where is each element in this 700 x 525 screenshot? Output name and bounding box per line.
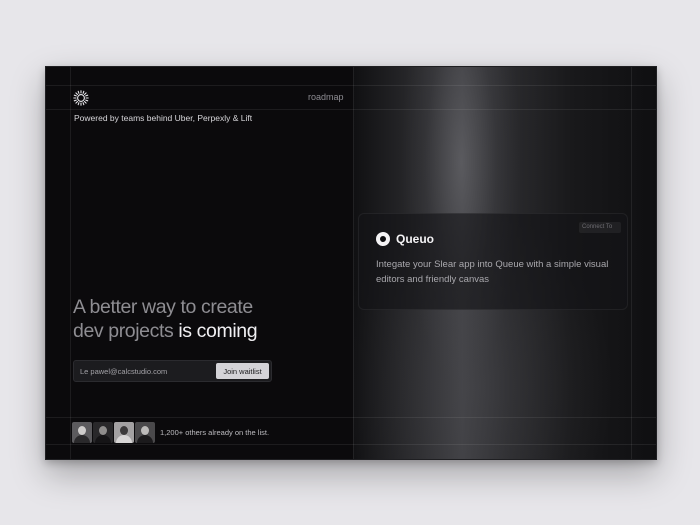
- grid-line: [353, 67, 354, 459]
- waitlist-count-text: 1,200+ others already on the list.: [160, 428, 270, 437]
- grid-line: [46, 417, 656, 418]
- avatar: [93, 422, 113, 443]
- headline-line-2-strong: is coming: [178, 320, 258, 342]
- sunburst-ring-logo-icon[interactable]: [73, 90, 89, 106]
- waitlist-form: Join waitlist: [73, 360, 272, 382]
- card-description: Integate your Slear app into Queue with …: [376, 259, 609, 285]
- connect-chip[interactable]: Connect To: [579, 222, 621, 233]
- hero-headline: A better way to create dev projects is c…: [73, 295, 258, 343]
- join-waitlist-button[interactable]: Join waitlist: [216, 363, 269, 379]
- landing-page-window: roadmap Powered by teams behind Uber, Pe…: [45, 66, 657, 460]
- headline-line-2-dim: dev projects: [73, 320, 174, 342]
- powered-by-text: Powered by teams behind Uber, Perpexly &…: [74, 113, 253, 123]
- grid-line: [631, 67, 632, 459]
- avatar-stack: [72, 422, 156, 443]
- headline-line-1: A better way to create: [73, 296, 253, 318]
- avatar: [114, 422, 134, 443]
- grid-line: [46, 444, 656, 445]
- avatar: [135, 422, 155, 443]
- avatar: [72, 422, 92, 443]
- card-title: Queuo: [396, 232, 434, 246]
- ring-dot-logo-icon: [376, 232, 390, 246]
- nav-link-roadmap[interactable]: roadmap: [308, 92, 344, 102]
- grid-line: [70, 67, 71, 459]
- email-input[interactable]: [80, 364, 210, 378]
- grid-line: [46, 109, 656, 110]
- grid-line: [46, 85, 656, 86]
